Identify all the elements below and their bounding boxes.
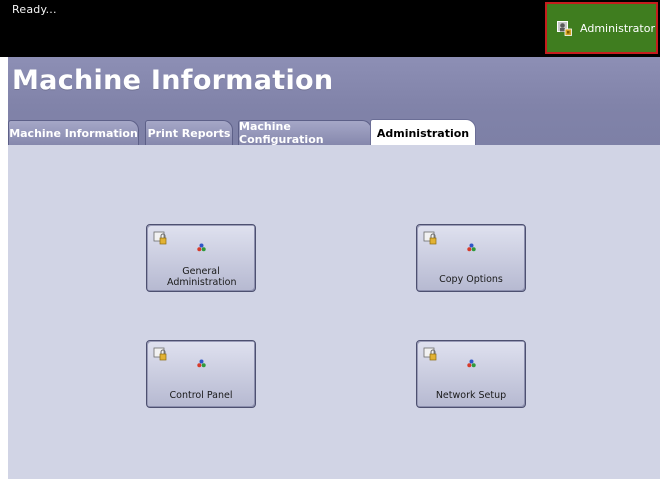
tiles-panel: General Administration Copy Options Cont… [8,145,660,479]
tab-label: Machine Configuration [239,120,324,146]
feature-dots-icon [467,237,476,252]
tile-label: Control Panel [169,390,233,401]
copy-options-button[interactable]: Copy Options [416,224,526,292]
tile-label: Copy Options [439,274,503,285]
tab-machine-configuration[interactable]: Machine Configuration [238,120,372,146]
tab-machine-information[interactable]: Machine Information [8,120,139,145]
administrator-icon [557,20,572,36]
control-panel-button[interactable]: Control Panel [146,340,256,408]
page-header: Machine Information Machine Information … [8,57,660,146]
tab-label: Administration [376,126,470,140]
tab-administration[interactable]: Administration [370,119,476,146]
tab-label: Machine Information [9,126,138,140]
lock-icon [423,346,437,361]
administrator-button[interactable]: Administrator [545,2,658,54]
top-status-bar: Ready... Administrator [0,0,660,57]
general-administration-button[interactable]: General Administration [146,224,256,292]
tab-print-reports[interactable]: Print Reports [145,120,233,145]
lock-icon [423,230,437,245]
administrator-label: Administrator [580,21,655,35]
tile-label: Network Setup [435,390,507,401]
page-title: Machine Information [12,65,334,96]
feature-dots-icon [467,353,476,368]
feature-dots-icon [197,353,206,368]
feature-dots-icon [197,237,206,252]
lock-icon [153,230,167,245]
tab-label: Print Reports [147,126,231,140]
tile-label: General Administration [167,266,237,288]
lock-icon [153,346,167,361]
status-text: Ready... [12,3,57,16]
network-setup-button[interactable]: Network Setup [416,340,526,408]
